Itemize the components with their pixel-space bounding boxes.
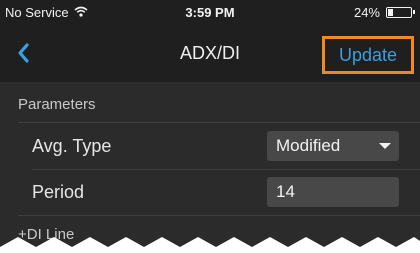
period-value: 14 (276, 182, 295, 201)
divider (18, 215, 420, 216)
battery-percent: 24% (353, 5, 380, 20)
period-label: Period (32, 182, 85, 202)
avg-type-value: Modified (276, 136, 341, 155)
battery-icon (386, 7, 415, 18)
navigation-bar: ADX/DI Update (0, 26, 420, 82)
divider (32, 169, 420, 170)
status-bar: No Service 3:59 PM 24% (0, 0, 420, 26)
status-right: 24% (353, 5, 415, 20)
avg-type-select[interactable]: Modified (267, 131, 399, 161)
battery-level (388, 9, 393, 16)
period-input[interactable]: 14 (267, 177, 399, 207)
avg-type-label: Avg. Type (32, 136, 112, 156)
divider (18, 122, 420, 123)
dropdown-caret-icon (379, 143, 391, 149)
indicator-settings-screen: No Service 3:59 PM 24% ADX/DI Update Par… (0, 0, 420, 253)
battery-nub (413, 10, 415, 14)
parameters-section-title: Parameters (18, 96, 96, 113)
torn-edge-decoration (0, 237, 420, 253)
update-button[interactable]: Update (322, 36, 414, 74)
